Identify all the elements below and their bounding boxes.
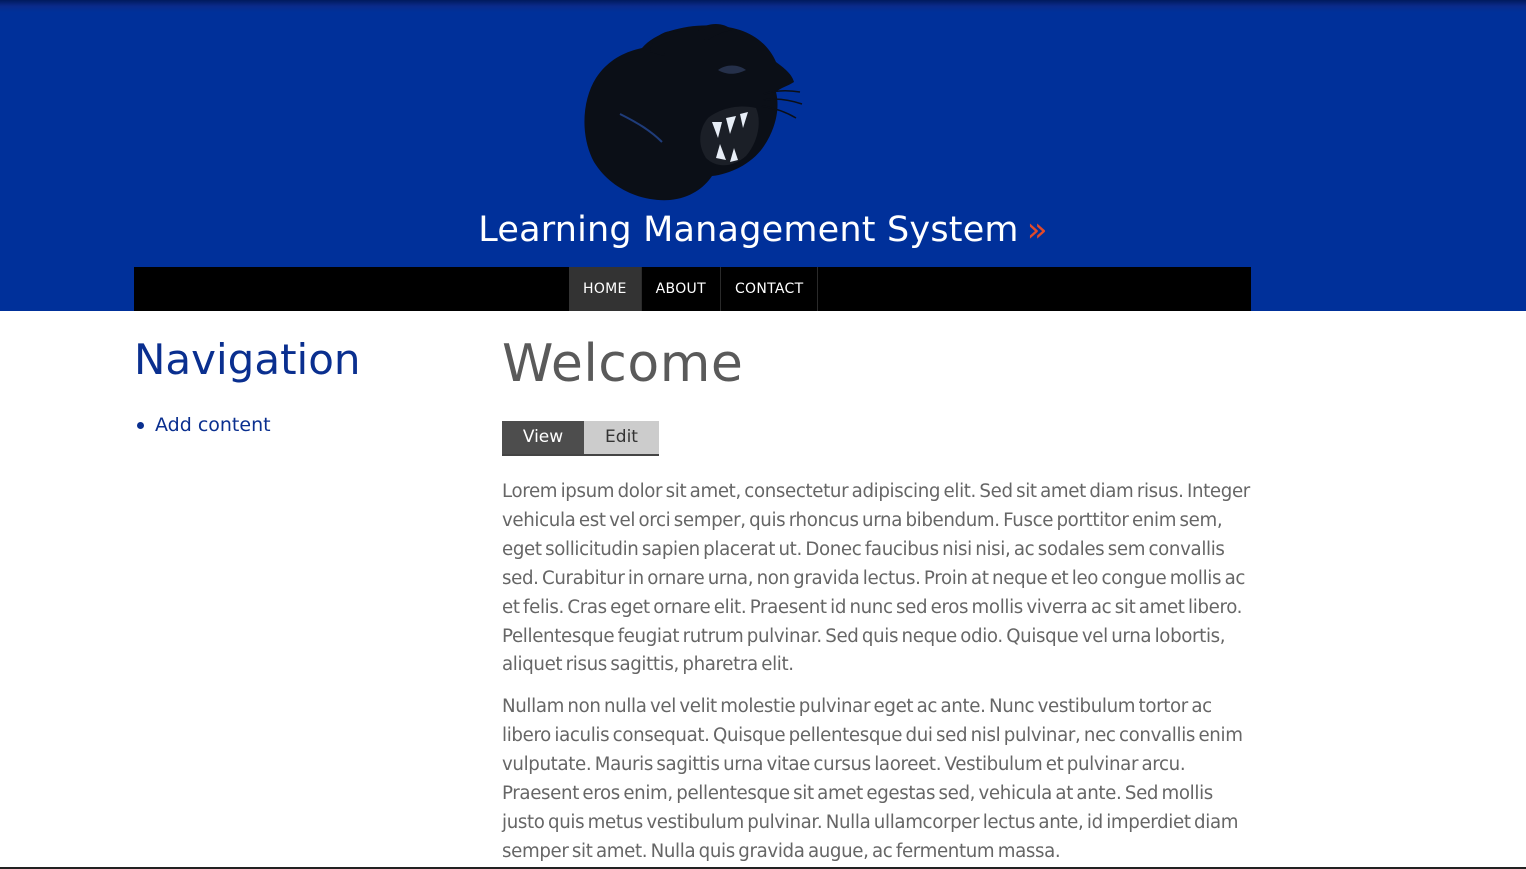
paragraph: Lorem ipsum dolor sit amet, consectetur … (502, 481, 1250, 676)
tab-view[interactable]: View (502, 421, 584, 454)
panther-logo-icon[interactable] (580, 18, 805, 203)
main-content: Welcome View Edit Lorem ipsum dolor sit … (502, 334, 1252, 867)
menu-item-home[interactable]: HOME (569, 267, 642, 311)
add-content-link[interactable]: Add content (155, 414, 271, 436)
panther-icon (584, 24, 803, 201)
page-title: Welcome (502, 334, 744, 394)
node-tabs: View Edit (502, 421, 659, 456)
main-menu-bar: HOME ABOUT CONTACT (134, 267, 1251, 311)
site-title[interactable]: Learning Management System» (0, 210, 1526, 250)
main-menu: HOME ABOUT CONTACT (569, 267, 819, 311)
menu-item-contact[interactable]: CONTACT (721, 267, 819, 311)
sidebar-item-add-content: Add content (134, 414, 464, 436)
sidebar-nav-list: Add content (134, 414, 464, 436)
body-text: Lorem ipsum dolor sit amet, consectetur … (502, 478, 1252, 867)
sidebar: Navigation Add content (134, 335, 464, 436)
bullet-icon (137, 421, 144, 429)
sidebar-heading: Navigation (134, 335, 361, 384)
site-header: Learning Management System» HOME ABOUT C… (0, 0, 1526, 311)
menu-item-about[interactable]: ABOUT (642, 267, 721, 311)
paragraph: Nullam non nulla vel velit molestie pulv… (502, 696, 1243, 862)
site-title-text: Learning Management System (478, 210, 1019, 250)
tab-edit[interactable]: Edit (584, 421, 659, 454)
double-chevron-right-icon: » (1026, 210, 1048, 250)
